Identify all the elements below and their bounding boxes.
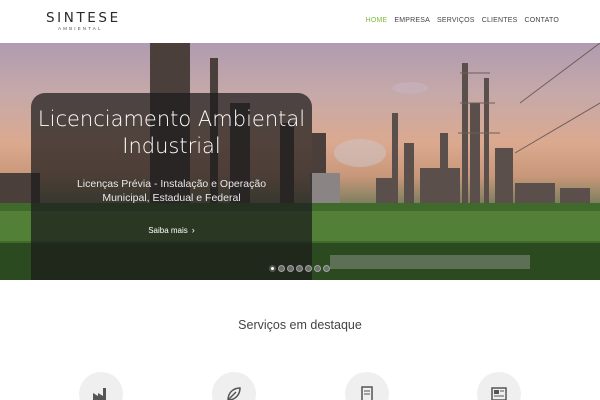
leaf-icon — [227, 387, 241, 400]
hero-subtitle: Licenças Prévia - Instalação e Operação … — [31, 177, 312, 205]
slider-pagination — [269, 265, 330, 272]
hero-subtitle-line-1: Licenças Prévia - Instalação e Operação — [76, 178, 267, 190]
slider-dot-5[interactable] — [305, 265, 312, 272]
document-icon — [361, 386, 373, 400]
nav-item-clientes[interactable]: CLIENTES — [482, 16, 518, 26]
nav-item-home[interactable]: HOME — [366, 16, 388, 26]
chevron-right-icon: › — [191, 225, 195, 235]
hero-title-line-2: Industrial — [122, 134, 221, 158]
service-document[interactable] — [345, 372, 389, 400]
services-heading: Serviços em destaque — [238, 318, 362, 332]
slider-dot-6[interactable] — [314, 265, 321, 272]
logo[interactable]: SINTESE AMBIENTAL — [46, 11, 126, 37]
factory-icon — [93, 388, 106, 400]
saiba-mais-button[interactable]: Saiba mais › — [31, 225, 312, 235]
slider-dot-2[interactable] — [278, 265, 285, 272]
main-nav: HOME EMPRESA SERVIÇOS CLIENTES CONTATO — [366, 16, 559, 26]
nav-item-contato[interactable]: CONTATO — [525, 16, 559, 26]
service-factory[interactable] — [79, 372, 123, 400]
hero-subtitle-line-2: Municipal, Estadual e Federal — [102, 192, 241, 204]
slider-dot-1[interactable] — [269, 265, 276, 272]
nav-item-servicos[interactable]: SERVIÇOS — [437, 16, 475, 26]
nav-item-empresa[interactable]: EMPRESA — [394, 16, 430, 26]
hero-title: Licenciamento Ambiental Industrial — [31, 106, 312, 160]
newspaper-icon — [491, 387, 507, 400]
logo-name: SINTESE — [46, 10, 121, 26]
saiba-mais-label: Saiba mais — [148, 226, 188, 235]
hero-slider: Licenciamento Ambiental Industrial Licen… — [0, 43, 600, 280]
logo-tagline: AMBIENTAL — [58, 26, 103, 31]
site-header: SINTESE AMBIENTAL HOME EMPRESA SERVIÇOS … — [0, 0, 600, 43]
hero-caption: Licenciamento Ambiental Industrial Licen… — [31, 93, 312, 280]
service-newspaper[interactable] — [477, 372, 521, 400]
hero-title-line-1: Licenciamento Ambiental — [37, 107, 306, 131]
slider-dot-3[interactable] — [287, 265, 294, 272]
service-leaf[interactable] — [212, 372, 256, 400]
slider-dot-7[interactable] — [323, 265, 330, 272]
slider-dot-4[interactable] — [296, 265, 303, 272]
